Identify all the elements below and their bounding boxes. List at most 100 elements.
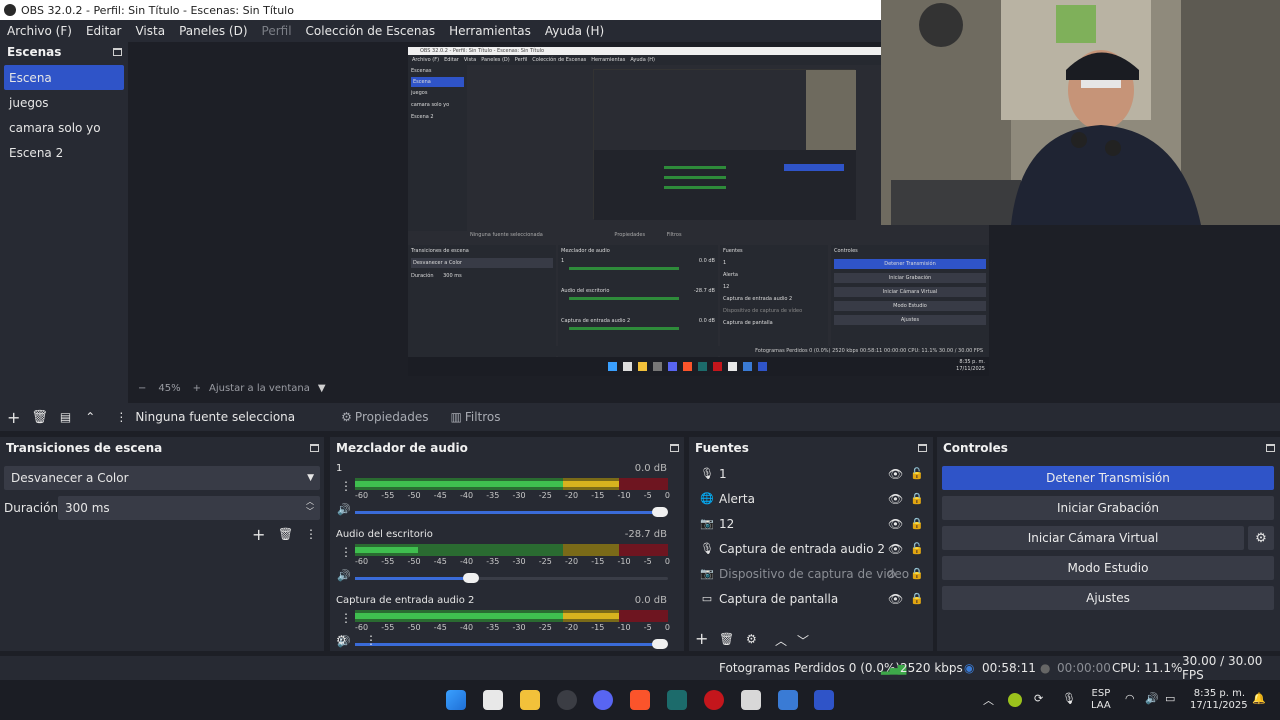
start-virtual-camera-button[interactable]: Iniciar Cámara Virtual — [942, 526, 1244, 550]
battery-icon[interactable]: ▭ — [1165, 692, 1175, 705]
notification-icon[interactable]: 🔔 — [1252, 692, 1266, 705]
clock[interactable]: 8:35 p. m. 17/11/2025 — [1190, 688, 1248, 712]
studio-mode-button[interactable]: Modo Estudio — [942, 556, 1274, 580]
duration-spinbox[interactable]: 300 ms ︿ ﹀ — [58, 496, 320, 520]
microphone-icon[interactable]: 🎙 — [1062, 692, 1076, 705]
eye-icon[interactable]: 👁 — [888, 492, 903, 506]
transition-menu-icon[interactable]: ⋮ — [305, 527, 317, 541]
transition-select[interactable]: Desvanecer a Color ▼ — [4, 466, 320, 490]
zoom-in-button[interactable]: + — [193, 383, 201, 394]
tray-app-icon[interactable] — [1008, 693, 1022, 707]
eye-icon[interactable]: 👁 — [888, 592, 903, 606]
menu-perfil[interactable]: Perfil — [255, 24, 299, 38]
volume-slider[interactable] — [355, 573, 668, 583]
channel-menu-icon[interactable]: ⋮ — [340, 545, 352, 559]
language-indicator[interactable]: ESP LAA — [1091, 688, 1111, 712]
volume-slider-handle[interactable] — [652, 639, 668, 649]
unlock-icon[interactable]: 🔓 — [910, 542, 924, 555]
lock-icon[interactable]: 🔒 — [910, 592, 924, 605]
source-item[interactable]: 🎙 1 👁 🔓 — [689, 461, 933, 486]
menu-ayuda[interactable]: Ayuda (H) — [538, 24, 611, 38]
spin-arrows-icon[interactable]: ︿ ﹀ — [306, 497, 314, 517]
move-up-icon[interactable]: ⌃ — [85, 410, 95, 424]
undock-icon[interactable] — [113, 48, 122, 56]
volume-icon[interactable]: 🔊 — [1145, 692, 1159, 705]
fit-to-window-label[interactable]: Ajustar a la ventana — [209, 383, 310, 394]
wifi-icon[interactable]: ◠ — [1125, 692, 1135, 705]
blue-app-icon[interactable] — [814, 690, 834, 710]
virtual-camera-settings-button[interactable]: ⚙ — [1248, 526, 1274, 550]
remove-source-icon[interactable]: 🗑 — [719, 632, 734, 646]
menu-paneles[interactable]: Paneles (D) — [172, 24, 254, 38]
scene-menu-icon[interactable]: ⋮ — [115, 410, 127, 424]
scene-item-escena[interactable]: Escena — [4, 65, 124, 90]
chevron-up-icon[interactable]: ︿ — [983, 692, 994, 708]
discord-icon[interactable] — [593, 690, 613, 710]
obs-taskbar-icon[interactable] — [557, 690, 577, 710]
stop-stream-button[interactable]: Detener Transmisión — [942, 466, 1274, 490]
nested-scene: juegos — [411, 90, 428, 96]
settings-button[interactable]: Ajustes — [942, 586, 1274, 610]
windows-start-icon[interactable] — [446, 690, 466, 710]
source-item[interactable]: 📷 12 👁 🔒 — [689, 511, 933, 536]
undock-icon[interactable] — [310, 444, 319, 452]
scene-item-camara-solo-yo[interactable]: camara solo yo — [0, 115, 128, 140]
file-explorer-icon[interactable] — [520, 690, 540, 710]
menu-archivo[interactable]: Archivo (F) — [0, 24, 79, 38]
sync-icon[interactable]: ⟳ — [1034, 692, 1043, 705]
volume-slider[interactable] — [355, 639, 668, 649]
move-down-icon[interactable]: ﹀ — [797, 632, 809, 649]
add-transition-icon[interactable]: + — [252, 525, 265, 544]
channel-menu-icon[interactable]: ⋮ — [340, 479, 352, 493]
chat-app-icon[interactable] — [778, 690, 798, 710]
source-item[interactable]: 🎙 Captura de entrada audio 2 👁 🔓 — [689, 536, 933, 561]
undock-icon[interactable] — [1266, 444, 1275, 452]
menu-vista[interactable]: Vista — [128, 24, 172, 38]
channel-menu-icon[interactable]: ⋮ — [340, 611, 352, 625]
remove-scene-icon[interactable]: 🗑 — [31, 410, 48, 425]
remove-transition-icon[interactable]: 🗑 — [278, 527, 293, 541]
filters-button[interactable]: ▥ Filtros — [451, 410, 501, 424]
mixer-menu-icon[interactable]: ⋮ — [365, 633, 377, 647]
source-settings-icon[interactable]: ⚙ — [746, 632, 757, 646]
add-scene-icon[interactable]: + — [7, 408, 20, 427]
eye-icon[interactable]: 👁 — [888, 542, 903, 556]
unlock-icon[interactable]: 🔓 — [910, 467, 924, 480]
advanced-audio-icon[interactable]: ⚙ — [336, 633, 347, 647]
speaker-icon[interactable]: 🔊 — [337, 569, 351, 582]
eye-hidden-icon[interactable]: ⊘ — [886, 567, 896, 581]
lock-icon[interactable]: 🔒 — [910, 492, 924, 505]
eye-icon[interactable]: 👁 — [888, 467, 903, 481]
lock-icon[interactable]: 🔒 — [910, 517, 924, 530]
undock-icon[interactable] — [918, 444, 927, 452]
scene-filters-icon[interactable]: ▤ — [60, 410, 71, 424]
fit-dropdown-icon[interactable]: ▼ — [318, 383, 326, 394]
move-up-icon[interactable]: ︿ — [775, 632, 787, 649]
start-recording-button[interactable]: Iniciar Grabación — [942, 496, 1274, 520]
properties-button[interactable]: ⚙ Propiedades — [341, 410, 428, 424]
menu-coleccion-escenas[interactable]: Colección de Escenas — [299, 24, 443, 38]
zoom-out-button[interactable]: − — [138, 383, 146, 394]
channel-db: 0.0 dB — [634, 595, 667, 606]
scene-item-juegos[interactable]: juegos — [0, 90, 128, 115]
window-app-icon[interactable] — [741, 690, 761, 710]
eye-icon[interactable]: 👁 — [888, 517, 903, 531]
menu-herramientas[interactable]: Herramientas — [442, 24, 538, 38]
scene-item-escena-2[interactable]: Escena 2 — [0, 140, 128, 165]
record-app-icon[interactable] — [704, 690, 724, 710]
brave-browser-icon[interactable] — [630, 690, 650, 710]
menu-editar[interactable]: Editar — [79, 24, 129, 38]
add-source-icon[interactable]: + — [695, 629, 708, 648]
lock-icon[interactable]: 🔒 — [910, 567, 924, 580]
volume-slider-handle[interactable] — [652, 507, 668, 517]
app-icon[interactable] — [667, 690, 687, 710]
speaker-icon[interactable]: 🔊 — [337, 503, 351, 516]
volume-slider-handle[interactable] — [463, 573, 479, 583]
undock-icon[interactable] — [670, 444, 679, 452]
store-icon[interactable] — [483, 690, 503, 710]
source-item[interactable]: ▭ Captura de pantalla 👁 🔒 — [689, 586, 933, 611]
source-item[interactable]: 📷 Dispositivo de captura de video ⊘ 🔒 — [689, 561, 933, 586]
channel-level-fill-yellow — [563, 613, 619, 619]
volume-slider[interactable] — [355, 507, 668, 517]
source-item[interactable]: 🌐 Alerta 👁 🔒 — [689, 486, 933, 511]
